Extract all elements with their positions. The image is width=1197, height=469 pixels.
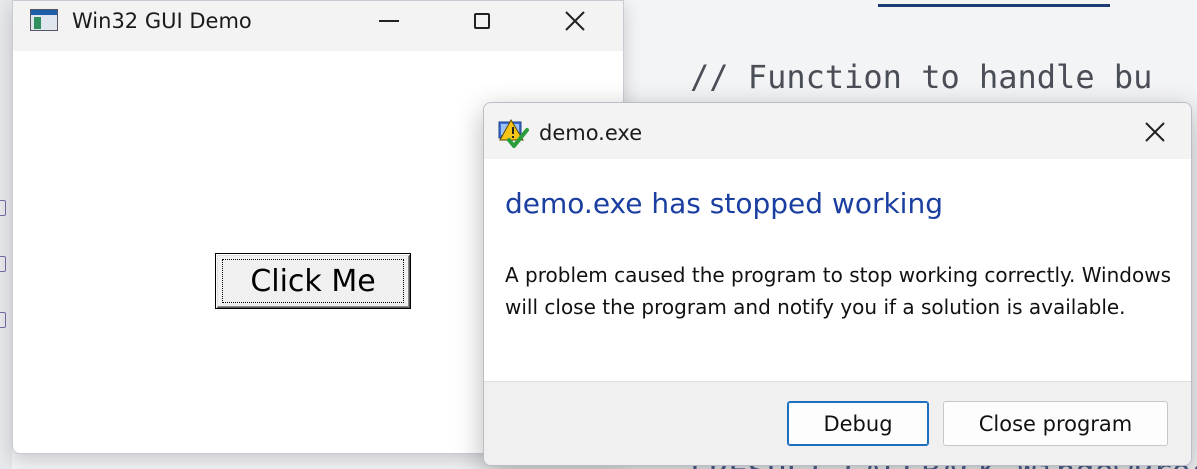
close-icon — [1145, 122, 1165, 142]
warning-shield-icon — [498, 118, 529, 148]
dialog-button-bar: Debug Close program — [484, 381, 1191, 465]
error-dialog: demo.exe demo.exe has stopped working A … — [483, 102, 1192, 466]
minimize-icon — [379, 20, 399, 22]
code-comment-line: // Function to handle bu — [690, 58, 1153, 96]
click-me-label: Click Me — [250, 263, 376, 299]
dialog-heading: demo.exe has stopped working — [505, 187, 943, 220]
application-window-icon — [30, 9, 58, 31]
close-program-button[interactable]: Close program — [943, 401, 1168, 446]
dialog-close-button[interactable] — [1132, 112, 1178, 152]
maximize-icon — [474, 13, 490, 29]
main-window-titlebar[interactable]: Win32 GUI Demo — [13, 1, 623, 51]
close-icon — [565, 11, 585, 31]
close-button[interactable] — [552, 1, 598, 41]
maximize-button[interactable] — [459, 1, 505, 41]
symbol-icon — [0, 256, 6, 272]
editor-gutter — [0, 0, 12, 469]
dialog-message: A problem caused the program to stop wor… — [505, 263, 1171, 319]
minimize-button[interactable] — [366, 1, 412, 41]
main-window-title: Win32 GUI Demo — [72, 9, 252, 33]
dialog-titlebar[interactable]: demo.exe — [484, 103, 1191, 159]
debug-button[interactable]: Debug — [787, 401, 929, 446]
symbol-icon — [0, 200, 6, 216]
click-me-button[interactable]: Click Me — [215, 253, 411, 309]
symbol-icon — [0, 312, 6, 328]
editor-tab-indicator — [878, 4, 1110, 7]
dialog-title: demo.exe — [539, 121, 643, 145]
